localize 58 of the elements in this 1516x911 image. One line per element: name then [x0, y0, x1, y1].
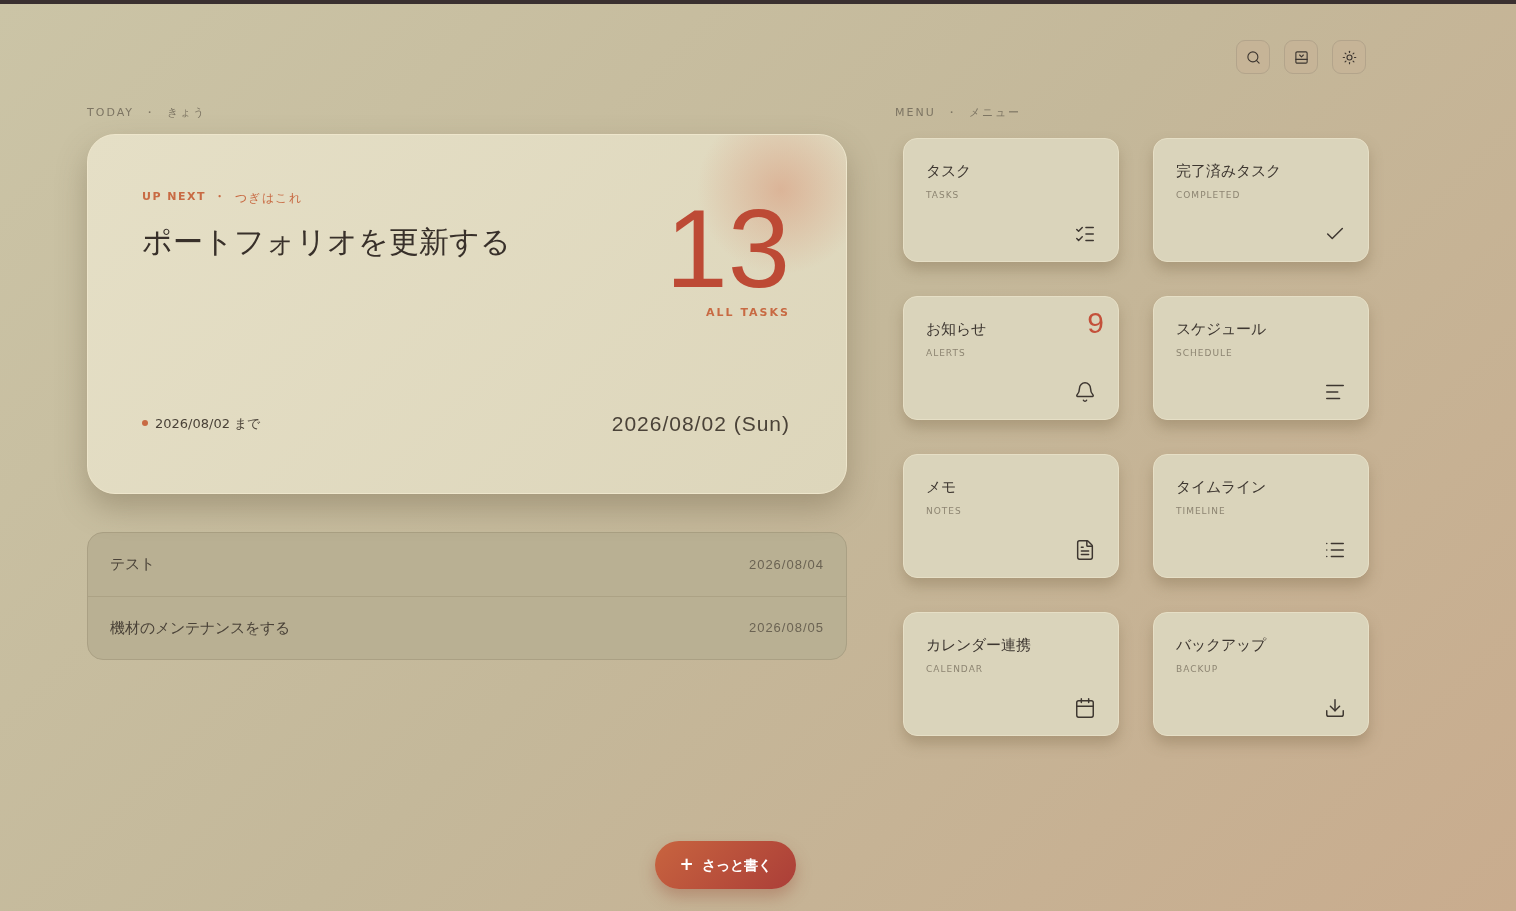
next-task-title: ポートフォリオを更新する — [142, 223, 511, 261]
section-heading: MENU — [895, 104, 936, 121]
task-count: 13 — [665, 193, 790, 305]
menu-card[interactable]: お知らせ 9 ALERTS — [903, 296, 1119, 420]
up-next-label: UP NEXT — [142, 189, 207, 205]
sun-button[interactable] — [1332, 40, 1366, 74]
separator-dot: ・ — [945, 104, 959, 121]
menu-card[interactable]: カレンダー連携 CALENDAR — [903, 612, 1119, 736]
task-title: テスト — [110, 554, 155, 576]
menu-card[interactable]: タイムライン TIMELINE — [1153, 454, 1369, 578]
menu-title: タスク — [926, 161, 971, 181]
task-count-label: ALL TASKS — [706, 305, 790, 321]
menu-card[interactable]: スケジュール SCHEDULE — [1153, 296, 1369, 420]
section-heading-sub: きょう — [167, 104, 207, 121]
panel-button[interactable] — [1284, 40, 1318, 74]
menu-title: タイムライン — [1176, 477, 1266, 497]
task-date: 2026/08/05 — [748, 619, 824, 638]
menu-card[interactable]: バックアップ BACKUP — [1153, 612, 1369, 736]
separator-dot: ・ — [214, 189, 227, 205]
up-next-card[interactable]: UP NEXT ・ つぎはこれ ポートフォリオを更新する 13 ALL TASKS 2026/08/02 まで 2026/08/02 (Sun) — [87, 134, 847, 494]
download-icon — [1324, 697, 1346, 719]
menu-subtitle: ALERTS — [926, 347, 966, 359]
menu-title: お知らせ — [926, 319, 986, 339]
plus-icon: + — [679, 852, 694, 878]
document-icon — [1074, 539, 1096, 561]
menu-title: カレンダー連携 — [926, 635, 1031, 655]
section-heading-sub: メニュー — [968, 104, 1021, 121]
menu-subtitle: TASKS — [926, 189, 960, 201]
task-date: 2026/08/04 — [748, 555, 824, 574]
menu-subtitle: TIMELINE — [1176, 505, 1226, 517]
task-title: 機材のメンテナンスをする — [110, 617, 290, 639]
task-row[interactable]: 機材のメンテナンスをする 2026/08/05 — [88, 596, 846, 659]
separator-dot: ・ — [144, 104, 158, 121]
section-heading: TODAY — [87, 104, 135, 121]
menu-title: 完了済みタスク — [1176, 161, 1281, 181]
menu-title: バックアップ — [1176, 635, 1266, 655]
task-row[interactable]: テスト 2026/08/04 — [88, 533, 846, 596]
alert-count: 9 — [1087, 307, 1104, 339]
menu-subtitle: NOTES — [926, 505, 962, 517]
menu-subtitle: SCHEDULE — [1176, 347, 1233, 359]
quick-write-button[interactable]: + さっと書く — [655, 841, 796, 889]
menu-card[interactable]: タスク TASKS — [903, 138, 1119, 262]
task-date: 2026/08/02 (Sun) — [611, 410, 790, 437]
up-next-label-sub: つぎはこれ — [234, 190, 303, 207]
menu-subtitle: CALENDAR — [926, 663, 984, 675]
search-icon — [1245, 49, 1261, 65]
due-text: 2026/08/02 まで — [155, 414, 261, 433]
menu-card[interactable]: メモ NOTES — [903, 454, 1119, 578]
calendar-icon — [1074, 697, 1096, 719]
panel-icon — [1293, 49, 1309, 65]
menu-title: メモ — [926, 477, 956, 497]
sun-icon — [1341, 49, 1357, 65]
menu-subtitle: BACKUP — [1176, 663, 1219, 675]
search-button[interactable] — [1236, 40, 1270, 74]
menu-card[interactable]: 完了済みタスク COMPLETED — [1153, 138, 1369, 262]
menu-title: スケジュール — [1176, 319, 1266, 339]
bell-icon — [1074, 381, 1096, 403]
menu-subtitle: COMPLETED — [1176, 189, 1241, 201]
